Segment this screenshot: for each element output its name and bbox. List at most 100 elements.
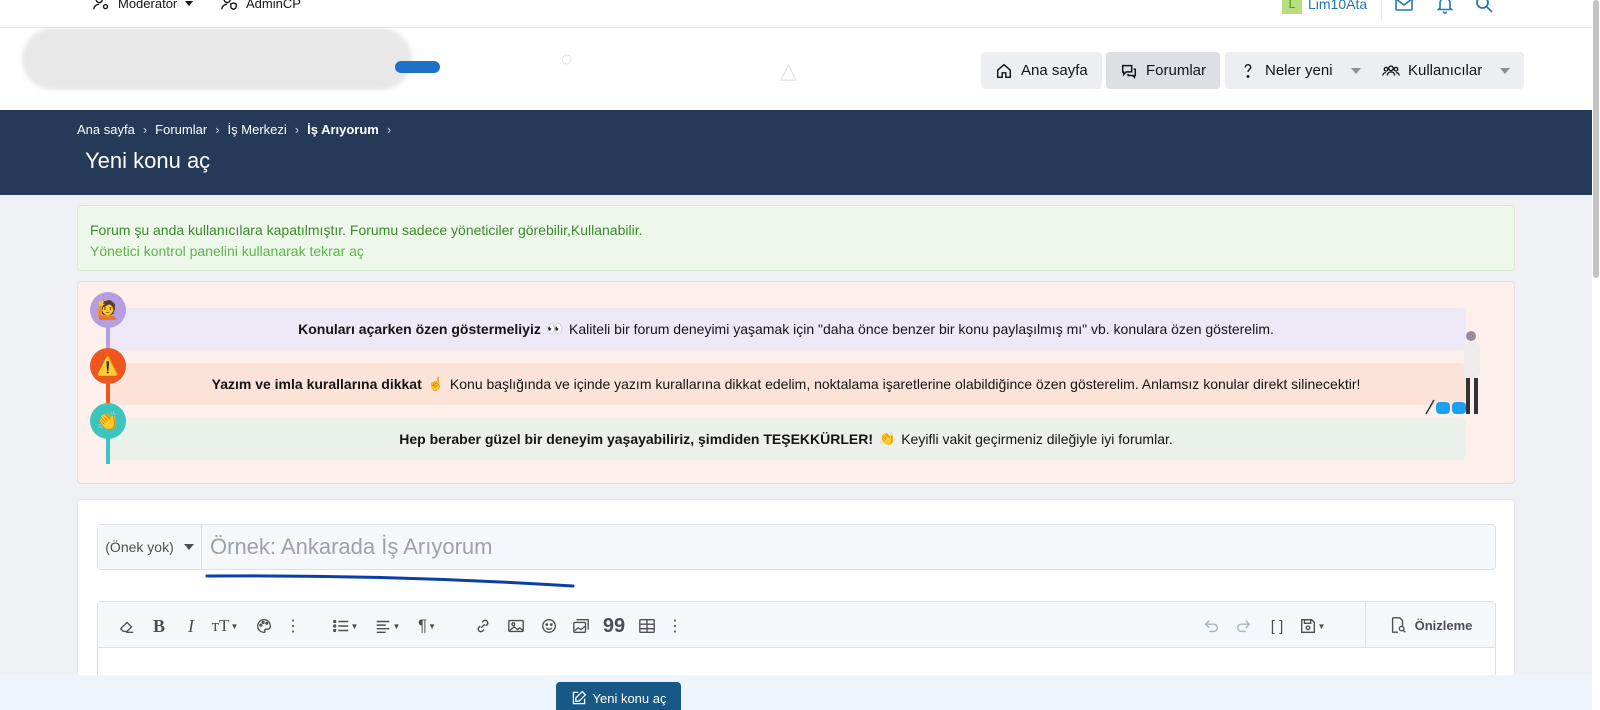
quote-icon[interactable]: 99	[603, 615, 625, 637]
rule-text: Kaliteli bir forum deneyimi yaşamak için…	[569, 321, 1274, 337]
avatar: L	[1282, 0, 1302, 14]
preview-label: Önizleme	[1414, 617, 1473, 633]
palette-icon[interactable]	[253, 615, 275, 637]
moderator-label: Moderatör	[118, 0, 178, 11]
page-title: Yeni konu aç	[85, 148, 211, 173]
scrollbar-thumb[interactable]	[1593, 0, 1599, 278]
chevron-right-icon: ›	[294, 122, 300, 137]
nav-home[interactable]: Ana sayfa	[981, 52, 1102, 89]
create-thread-label: Yeni konu aç	[592, 690, 667, 706]
breadcrumb-forums[interactable]: Forumlar	[155, 122, 207, 137]
clapping-hands-icon: 👏	[90, 403, 126, 439]
rule-item: Yazım ve imla kurallarına dikkat ☝ Konu …	[106, 363, 1466, 405]
bold-icon[interactable]: B	[148, 615, 170, 637]
users-icon	[1382, 64, 1400, 76]
image-icon[interactable]	[505, 615, 527, 637]
nav-whats-new[interactable]: Neler yeni	[1225, 52, 1375, 89]
logo-mark	[395, 61, 440, 73]
chevron-down-icon[interactable]	[1350, 67, 1361, 74]
nav-forums-label: Forumlar	[1146, 62, 1207, 79]
nav-home-label: Ana sayfa	[1021, 62, 1088, 79]
rule-title: Konuları açarken özen göstermeliyiz	[298, 321, 541, 337]
rule-title: Hep beraber güzel bir deneyim yaşayabili…	[399, 431, 874, 447]
moderator-menu[interactable]: Moderatör	[92, 0, 194, 12]
username: Lim10Ata	[1308, 0, 1368, 12]
decor-circle-icon: ○	[560, 46, 574, 71]
rule-text: Konu başlığında ve içinde yazım kurallar…	[449, 376, 1361, 392]
redo-icon[interactable]	[1233, 615, 1255, 637]
bbcode-icon[interactable]: [ ]	[1266, 615, 1288, 637]
preview-button[interactable]: Önizleme	[1365, 602, 1495, 648]
smiley-icon[interactable]	[538, 615, 560, 637]
chevron-right-icon: ›	[386, 122, 392, 137]
chevron-right-icon: ›	[215, 122, 220, 137]
italic-icon[interactable]: I	[180, 615, 202, 637]
table-icon[interactable]	[636, 615, 658, 637]
annotation-underline	[205, 574, 575, 588]
user-menu[interactable]: L Lim10Ata	[1282, 0, 1367, 14]
pointing-finger-icon: ☝	[427, 376, 444, 391]
decor-triangle-icon: △	[780, 58, 797, 83]
reopen-link[interactable]: Yönetici kontrol panelini kullanarak tek…	[90, 241, 1502, 262]
page-header-band: Ana sayfa › Forumlar › İş Merkezi › İş A…	[0, 110, 1592, 195]
nav-members-label: Kullanıcılar	[1408, 62, 1483, 79]
clapping-icon: 👏	[879, 431, 896, 446]
site-logo-redacted[interactable]	[22, 28, 412, 90]
chevron-down-icon[interactable]	[1500, 67, 1511, 74]
eraser-icon[interactable]	[116, 615, 138, 637]
bell-icon[interactable]	[1435, 0, 1455, 14]
nav-whats-new-label: Neler yeni	[1265, 62, 1333, 79]
preview-icon	[1391, 617, 1406, 633]
staff-bar: Moderatör AdminCP L Lim10Ata	[0, 0, 1592, 28]
site-header: ○ △ Ana sayfa Forumlar Neler yeni Kullan…	[0, 28, 1592, 110]
edit-icon	[572, 690, 586, 705]
question-icon	[1244, 63, 1252, 78]
rule-text: Keyifli vakit geçirmeniz dileğiyle iyi f…	[901, 431, 1173, 447]
nav-forums[interactable]: Forumlar	[1106, 52, 1221, 89]
user-shield-icon	[221, 0, 237, 11]
nav-members[interactable]: Kullanıcılar	[1368, 52, 1525, 89]
person-illustration-icon	[1425, 331, 1480, 415]
warning-icon: ⚠️	[90, 348, 126, 384]
title-row: (Önek yok)	[97, 524, 1496, 570]
create-thread-button[interactable]: Yeni konu aç	[556, 682, 681, 710]
editor-toolbar: B I ᴛT ▼ ⋮ ▼ ▼ ¶ ▼ 99 ⋮ [] ▼ Önizleme	[98, 602, 1495, 648]
list-icon[interactable]: ▼	[330, 615, 360, 637]
user-cog-icon	[93, 0, 109, 10]
prefix-value: (Önek yok)	[105, 539, 174, 555]
breadcrumb-home[interactable]: Ana sayfa	[77, 122, 135, 137]
home-icon	[996, 63, 1012, 78]
rules-notice: Konuları açarken özen göstermeliyiz 👀 Ka…	[77, 281, 1515, 484]
eyes-icon: 👀	[546, 321, 564, 336]
align-icon[interactable]: ▼	[372, 615, 402, 637]
inbox-icon[interactable]	[1394, 0, 1414, 14]
undo-icon[interactable]	[1200, 615, 1222, 637]
chevron-down-icon	[185, 0, 194, 6]
rule-item: Hep beraber güzel bir deneyim yaşayabili…	[106, 418, 1466, 460]
font-size-icon[interactable]: ᴛT ▼	[208, 615, 242, 637]
rule-item: Konuları açarken özen göstermeliyiz 👀 Ka…	[106, 308, 1466, 350]
chevron-down-icon	[183, 544, 194, 550]
notice-text: Forum şu anda kullanıcılara kapatılmıştı…	[90, 222, 643, 238]
prefix-select[interactable]: (Önek yok)	[98, 525, 202, 569]
thread-title-input[interactable]	[202, 525, 1495, 569]
breadcrumb-is-merkezi[interactable]: İş Merkezi	[228, 122, 287, 137]
more-vertical-icon[interactable]: ⋮	[664, 615, 686, 637]
raised-hand-icon: 🙋	[90, 292, 126, 328]
more-vertical-icon[interactable]: ⋮	[282, 615, 304, 637]
search-icon[interactable]	[1474, 0, 1494, 14]
paragraph-icon[interactable]: ¶ ▼	[412, 615, 442, 637]
comments-icon	[1121, 64, 1137, 79]
rule-title: Yazım ve imla kurallarına dikkat	[211, 376, 422, 392]
breadcrumb-is-ariyorum[interactable]: İş Arıyorum	[307, 122, 379, 137]
chevron-right-icon: ›	[142, 122, 148, 137]
breadcrumb: Ana sayfa › Forumlar › İş Merkezi › İş A…	[77, 122, 391, 137]
admincp-link[interactable]: AdminCP	[220, 0, 301, 12]
admincp-label: AdminCP	[246, 0, 301, 11]
drafts-icon[interactable]: ▼	[1296, 615, 1328, 637]
divider	[1381, 0, 1382, 20]
link-icon[interactable]	[472, 615, 494, 637]
submit-bar	[0, 675, 1592, 710]
media-icon[interactable]	[570, 615, 592, 637]
forum-closed-notice: Forum şu anda kullanıcılara kapatılmıştı…	[77, 205, 1515, 271]
